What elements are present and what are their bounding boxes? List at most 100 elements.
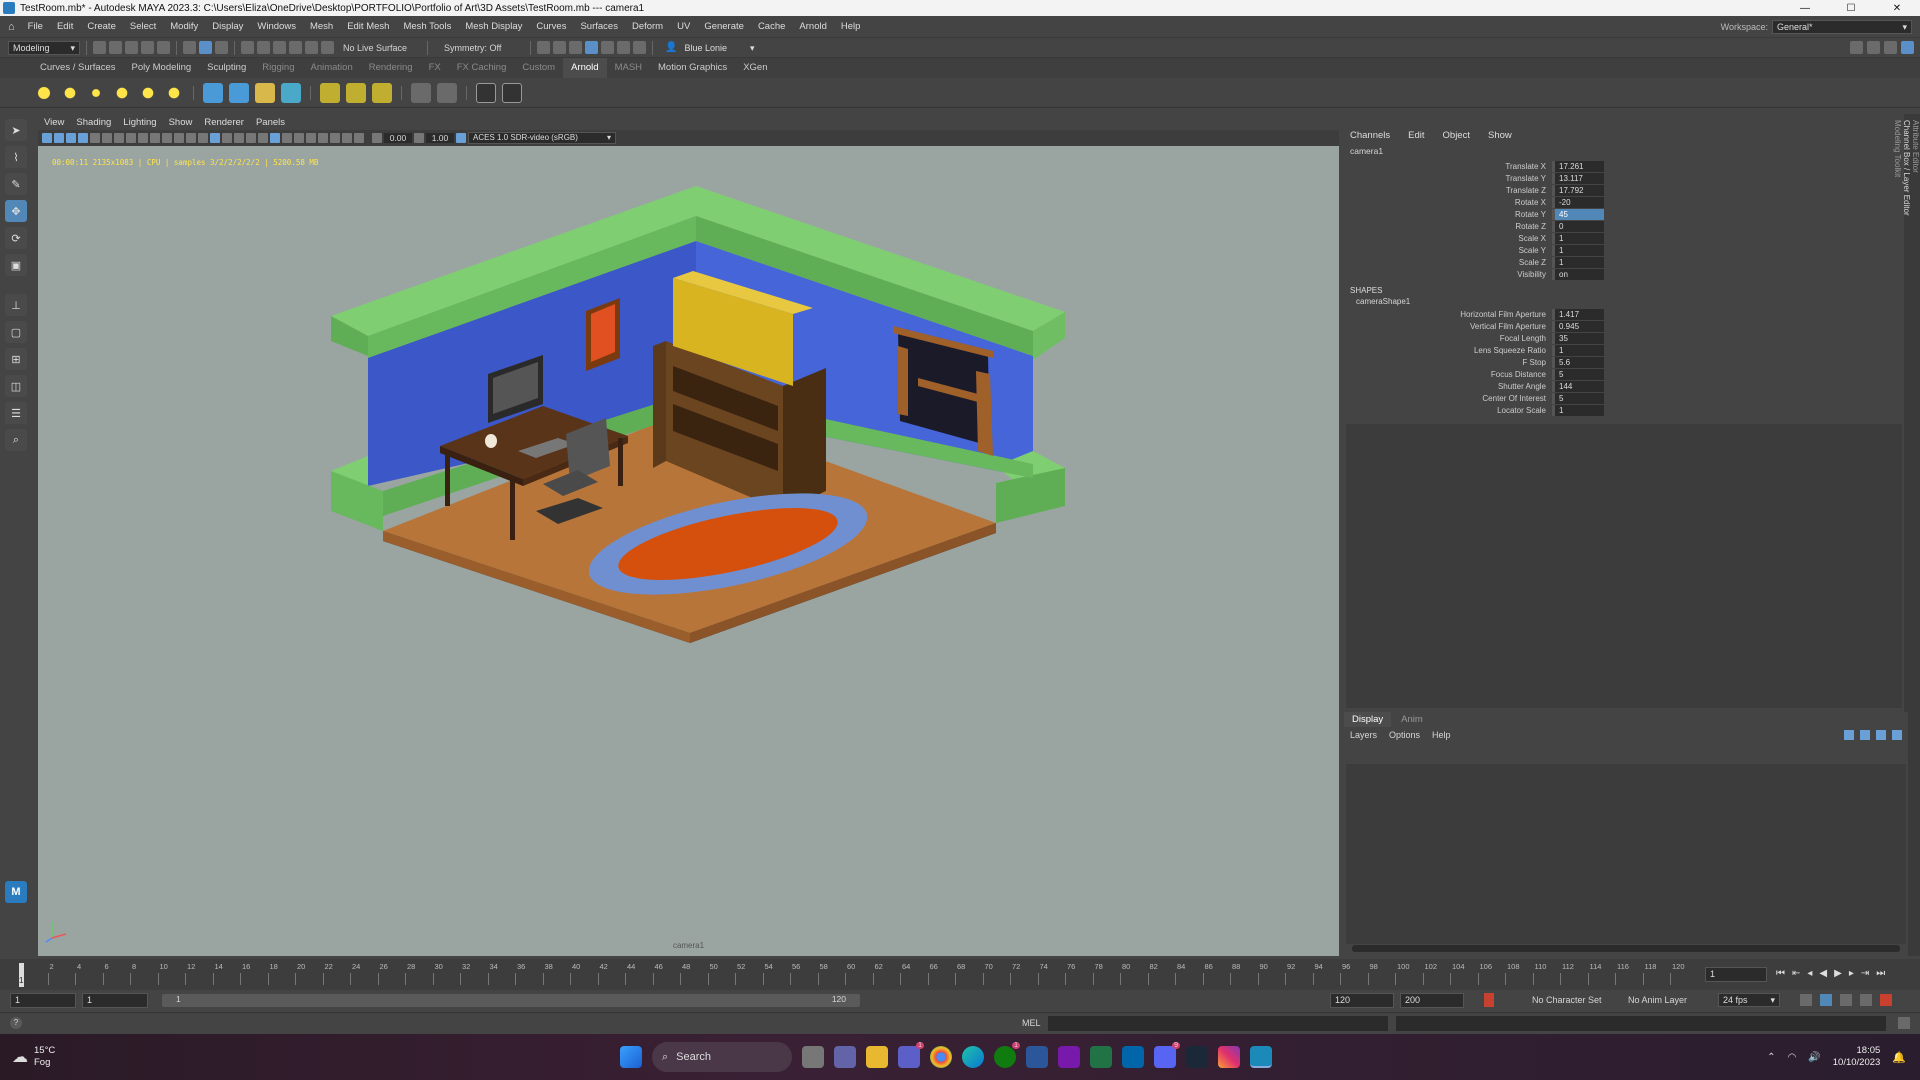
user-dropdown[interactable]: Blue Lonie ▾ xyxy=(680,40,759,55)
paint-select-icon[interactable]: ✎ xyxy=(5,173,27,195)
attr-value[interactable]: 17.792 xyxy=(1552,184,1604,196)
time-slider[interactable]: 2 4 6 8 10 12 14 16 18 20 22 24 26 28 30 32 34 36 38 40 42 44… xyxy=(0,959,1920,990)
steam-icon[interactable] xyxy=(1186,1046,1208,1068)
attr-value[interactable]: 17.261 xyxy=(1552,160,1604,172)
menu-mesh-tools[interactable]: Mesh Tools xyxy=(396,21,458,32)
render-view-icon[interactable] xyxy=(601,41,615,54)
attr-value[interactable]: 1 xyxy=(1552,232,1604,244)
motion-blur-icon[interactable] xyxy=(282,133,292,143)
area-light-icon[interactable] xyxy=(34,82,54,103)
perspective-viewport[interactable]: 00:00:11 2135x1083 | CPU | samples 3/2/2… xyxy=(38,146,1339,956)
attr-value[interactable]: 1.417 xyxy=(1552,308,1604,320)
word-icon[interactable] xyxy=(1026,1046,1048,1068)
colorspace-dropdown[interactable]: ACES 1.0 SDR-video (sRGB) ▾ xyxy=(468,132,616,144)
attr-row[interactable]: Vertical Film Aperture 0.945 xyxy=(1342,320,1912,332)
image-plane-icon[interactable] xyxy=(78,133,88,143)
snap-curve-icon[interactable] xyxy=(257,41,270,54)
range-start-handle[interactable]: 1 xyxy=(164,994,181,1004)
current-frame-field[interactable]: 1 xyxy=(1705,967,1767,982)
step-back-key-icon[interactable]: ⇤ xyxy=(1792,968,1800,979)
bookmark-icon[interactable] xyxy=(66,133,76,143)
tab-anim[interactable]: Anim xyxy=(1393,712,1431,727)
onenote-icon[interactable] xyxy=(1058,1046,1080,1068)
menu-panels[interactable]: Panels xyxy=(250,117,291,128)
ipr-render-icon[interactable] xyxy=(553,41,567,54)
anim-end-field[interactable]: 200 xyxy=(1400,993,1464,1008)
menu-edit-mesh[interactable]: Edit Mesh xyxy=(340,21,396,32)
task-view-icon[interactable] xyxy=(802,1046,824,1068)
instagram-icon[interactable] xyxy=(1218,1046,1240,1068)
step-forward-frame-icon[interactable]: ▸ xyxy=(1849,968,1854,979)
new-layer-selected-icon[interactable] xyxy=(1892,730,1902,740)
undo-icon[interactable] xyxy=(141,41,154,54)
discord-icon[interactable]: 9 xyxy=(1154,1042,1180,1068)
arnold-render-icon[interactable] xyxy=(617,41,631,54)
save-scene-icon[interactable] xyxy=(125,41,138,54)
play-backward-icon[interactable]: ◀ xyxy=(1819,968,1827,979)
start-frame-field[interactable]: 1 xyxy=(10,993,76,1008)
menu-lighting[interactable]: Lighting xyxy=(117,117,162,128)
menuset-dropdown[interactable]: Modeling ▾ xyxy=(8,40,80,55)
exposure-field[interactable]: 0.00 xyxy=(384,133,412,143)
menu-channels[interactable]: Channels xyxy=(1350,130,1390,141)
tab-attribute-editor[interactable]: Attribute Editor xyxy=(1911,114,1920,956)
menu-modify[interactable]: Modify xyxy=(163,21,205,32)
film-gate-icon[interactable] xyxy=(126,133,136,143)
tab-custom[interactable]: Custom xyxy=(514,58,563,78)
anim-prefs-icon[interactable] xyxy=(1860,994,1872,1006)
volume-icon[interactable]: 🔊 xyxy=(1808,1052,1820,1063)
attr-value[interactable]: 144 xyxy=(1552,380,1604,392)
resolution-gate-icon[interactable] xyxy=(138,133,148,143)
help-icon[interactable]: ? xyxy=(10,1017,22,1029)
hypershade-icon[interactable] xyxy=(585,41,599,54)
curve-collector-icon[interactable] xyxy=(281,82,301,103)
snap-projected-icon[interactable] xyxy=(289,41,302,54)
wireframe-icon[interactable] xyxy=(198,133,208,143)
tab-rendering[interactable]: Rendering xyxy=(361,58,421,78)
menu-generate[interactable]: Generate xyxy=(697,21,751,32)
attr-row[interactable]: Center Of Interest 5 xyxy=(1342,392,1912,404)
render-settings-icon[interactable] xyxy=(569,41,583,54)
camera-icon[interactable] xyxy=(42,133,52,143)
tab-poly-modeling[interactable]: Poly Modeling xyxy=(124,58,200,78)
weather-widget[interactable]: ☁ 15°C Fog xyxy=(12,1045,132,1069)
camera-attributes-icon[interactable] xyxy=(54,133,64,143)
horizontal-scrollbar[interactable] xyxy=(1352,945,1900,952)
attr-row[interactable]: Focus Distance 5 xyxy=(1342,368,1912,380)
menu-renderer[interactable]: Renderer xyxy=(198,117,250,128)
redo-icon[interactable] xyxy=(157,41,170,54)
menu-curves[interactable]: Curves xyxy=(529,21,573,32)
attr-value[interactable]: 5 xyxy=(1552,392,1604,404)
menu-windows[interactable]: Windows xyxy=(250,21,303,32)
tab-animation[interactable]: Animation xyxy=(302,58,360,78)
menu-display[interactable]: Display xyxy=(205,21,250,32)
menu-arnold[interactable]: Arnold xyxy=(792,21,833,32)
move-layer-down-icon[interactable] xyxy=(1860,730,1870,740)
play-forward-icon[interactable]: ▶ xyxy=(1834,968,1842,979)
script-editor-icon[interactable] xyxy=(1898,1017,1910,1029)
color-management-icon[interactable] xyxy=(456,133,466,143)
mel-label[interactable]: MEL xyxy=(1022,1018,1041,1028)
safe-action-icon[interactable] xyxy=(174,133,184,143)
attr-row[interactable]: Rotate Z 0 xyxy=(1342,220,1912,232)
character-set-dropdown[interactable]: No Character Set xyxy=(1532,995,1602,1005)
attr-value[interactable]: 0 xyxy=(1552,220,1604,232)
close-button[interactable]: ✕ xyxy=(1874,3,1920,14)
pause-icon[interactable] xyxy=(633,41,647,54)
tab-fx[interactable]: FX xyxy=(421,58,449,78)
depth-of-field-icon[interactable] xyxy=(306,133,316,143)
play-render-icon[interactable] xyxy=(502,82,522,103)
tool-settings-icon[interactable] xyxy=(1884,41,1897,54)
attr-row[interactable]: Scale X 1 xyxy=(1342,232,1912,244)
attr-value[interactable]: 0.945 xyxy=(1552,320,1604,332)
delete-icon[interactable] xyxy=(372,82,392,103)
edge-icon[interactable] xyxy=(962,1046,984,1068)
tab-arnold[interactable]: Arnold xyxy=(563,58,607,78)
use-lights-icon[interactable] xyxy=(246,133,256,143)
workspace-dropdown[interactable]: General* ▾ xyxy=(1772,19,1912,34)
outliner-icon[interactable]: ☰ xyxy=(5,402,27,424)
flush-cache-icon[interactable] xyxy=(320,82,340,103)
attr-value-selected[interactable]: 45 xyxy=(1552,208,1604,220)
grid-icon[interactable] xyxy=(114,133,124,143)
texture-manager-icon[interactable] xyxy=(346,82,366,103)
